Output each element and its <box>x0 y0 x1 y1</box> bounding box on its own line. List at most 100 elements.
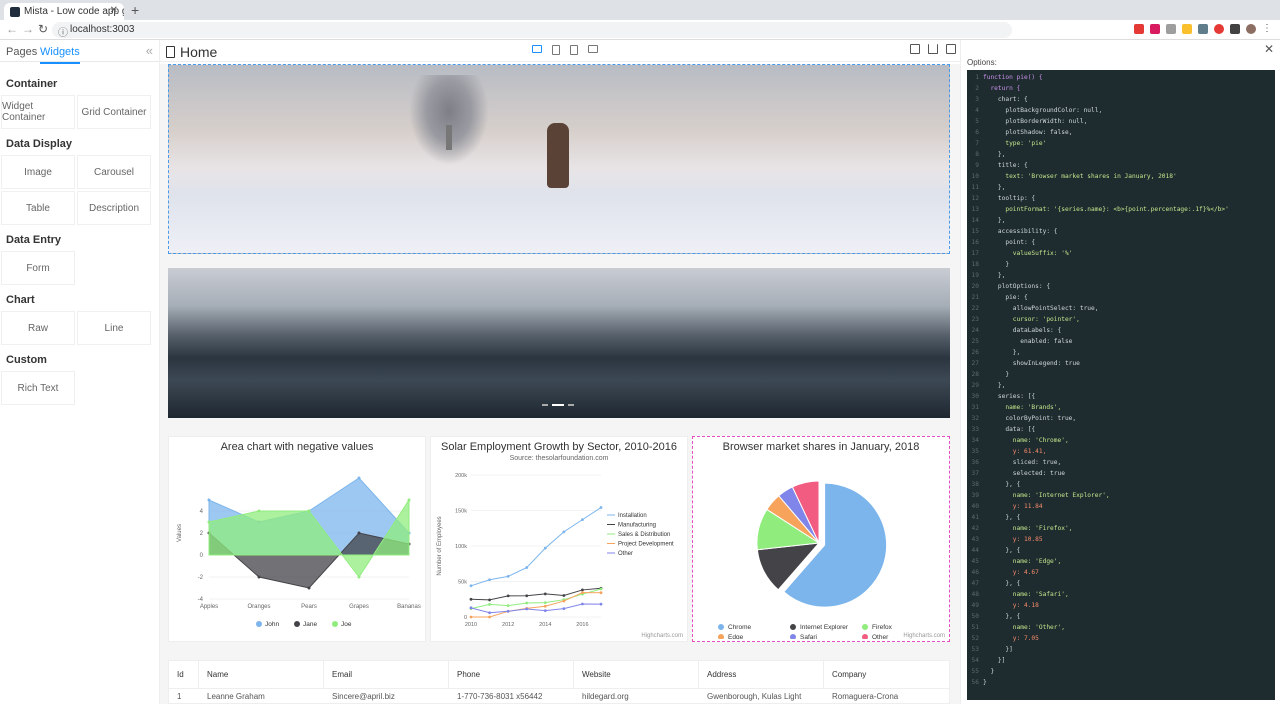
extension-icon[interactable] <box>1134 24 1144 34</box>
area-chart-widget[interactable]: Area chart with negative values -4 -2 0 2 4 V… <box>168 436 426 642</box>
extension-icon[interactable] <box>1214 24 1224 34</box>
code-line[interactable]: name: 'Firefox', <box>983 523 1073 534</box>
grid-container-item[interactable]: Grid Container <box>77 95 151 129</box>
code-line[interactable]: function pie() { <box>983 72 1043 83</box>
col-website[interactable]: Website <box>574 661 699 688</box>
code-line[interactable]: } <box>983 369 1009 380</box>
code-line[interactable]: name: 'Brands', <box>983 402 1061 413</box>
code-line[interactable]: enabled: false <box>983 336 1072 347</box>
code-line[interactable]: text: 'Browser market shares in January,… <box>983 171 1176 182</box>
table-widget-item[interactable]: Table <box>1 191 75 225</box>
code-line[interactable]: colorByPoint: true, <box>983 413 1076 424</box>
tablet-view-icon[interactable] <box>552 45 560 55</box>
mobile-view-icon[interactable] <box>570 45 578 55</box>
toggle-panel-icon[interactable] <box>946 44 956 54</box>
form-widget-item[interactable]: Form <box>1 251 75 285</box>
code-line[interactable]: }, { <box>983 479 1020 490</box>
collapse-icon[interactable]: « <box>146 43 153 58</box>
code-line[interactable]: plotShadow: false, <box>983 127 1072 138</box>
close-icon[interactable]: ✕ <box>1264 42 1274 56</box>
code-line[interactable]: tooltip: { <box>983 193 1035 204</box>
code-line[interactable]: }, <box>983 182 1005 193</box>
code-line[interactable]: y: 61.41, <box>983 446 1047 457</box>
save-icon[interactable] <box>910 44 920 54</box>
code-line[interactable]: }, <box>983 270 1005 281</box>
code-line[interactable]: y: 4.67 <box>983 567 1039 578</box>
code-editor[interactable]: 1 function pie() {2 return {3 chart: {4 p… <box>967 70 1275 700</box>
code-line[interactable]: y: 10.85 <box>983 534 1043 545</box>
code-line[interactable]: }, { <box>983 545 1020 556</box>
code-line[interactable]: }, <box>983 380 1005 391</box>
code-line[interactable]: pointFormat: '{series.name}: <b>{point.p… <box>983 204 1229 215</box>
extension-icon[interactable] <box>1150 24 1160 34</box>
code-line[interactable]: }, <box>983 347 1020 358</box>
extension-icon[interactable] <box>1182 24 1192 34</box>
rich-text-widget-item[interactable]: Rich Text <box>1 371 75 405</box>
code-line[interactable]: chart: { <box>983 94 1028 105</box>
code-line[interactable]: name: 'Edge', <box>983 556 1061 567</box>
code-line[interactable]: name: 'Internet Explorer', <box>983 490 1110 501</box>
carousel-widget-item[interactable]: Carousel <box>77 155 151 189</box>
widget-container-item[interactable]: Widget Container <box>1 95 75 129</box>
table-row[interactable]: 1 Leanne Graham Sincere@april.biz 1-770-… <box>169 689 949 703</box>
code-line[interactable]: type: 'pie' <box>983 138 1046 149</box>
code-line[interactable]: title: { <box>983 160 1028 171</box>
desktop-view-icon[interactable] <box>532 45 542 53</box>
code-line[interactable]: point: { <box>983 237 1035 248</box>
preview-icon[interactable] <box>588 45 598 53</box>
code-line[interactable]: }, { <box>983 578 1020 589</box>
chart-credit[interactable]: Highcharts.com <box>903 633 945 639</box>
reload-icon[interactable]: ↻ <box>38 22 48 36</box>
back-icon[interactable]: ← <box>6 22 18 36</box>
image-widget[interactable] <box>168 64 950 254</box>
browser-tab[interactable]: Mista - Low code app generator ✕ <box>4 3 124 20</box>
code-line[interactable]: series: [{ <box>983 391 1035 402</box>
line-chart-widget[interactable]: Solar Employment Growth by Sector, 2010-… <box>430 436 688 642</box>
code-line[interactable]: }] <box>983 644 1012 655</box>
line-chart-item[interactable]: Line <box>77 311 151 345</box>
col-company[interactable]: Company <box>824 661 949 688</box>
code-line[interactable]: }, <box>983 149 1005 160</box>
carousel-dot[interactable] <box>542 404 548 406</box>
code-line[interactable]: allowPointSelect: true, <box>983 303 1099 314</box>
pie-chart-widget[interactable]: Browser market shares in January, 2018 C… <box>692 436 950 642</box>
profile-avatar[interactable] <box>1246 24 1256 34</box>
code-line[interactable]: } <box>983 677 987 688</box>
code-line[interactable]: pie: { <box>983 292 1027 303</box>
forward-icon[interactable]: → <box>22 22 34 36</box>
code-line[interactable]: plotOptions: { <box>983 281 1050 292</box>
code-line[interactable]: }, { <box>983 611 1020 622</box>
code-line[interactable]: sliced: true, <box>983 457 1061 468</box>
code-line[interactable]: y: 4.18 <box>983 600 1039 611</box>
close-tab-icon[interactable]: ✕ <box>110 5 118 16</box>
code-line[interactable]: y: 11.84 <box>983 501 1043 512</box>
col-phone[interactable]: Phone <box>449 661 574 688</box>
code-line[interactable]: cursor: 'pointer', <box>983 314 1080 325</box>
code-line[interactable]: return { <box>983 83 1020 94</box>
code-line[interactable]: data: [{ <box>983 424 1035 435</box>
tab-pages[interactable]: Pages <box>6 46 37 58</box>
code-line[interactable]: } <box>983 666 994 677</box>
canvas-scroll-area[interactable]: Area chart with negative values -4 -2 0 2 4 V… <box>160 64 960 704</box>
code-line[interactable]: }] <box>983 655 1005 666</box>
site-info-icon[interactable]: ⓘ <box>58 24 68 39</box>
col-id[interactable]: Id <box>169 661 199 688</box>
code-line[interactable]: name: 'Other', <box>983 622 1065 633</box>
chart-credit[interactable]: Highcharts.com <box>641 633 683 639</box>
extension-icon[interactable] <box>1166 24 1176 34</box>
col-email[interactable]: Email <box>324 661 449 688</box>
raw-chart-item[interactable]: Raw <box>1 311 75 345</box>
tab-widgets[interactable]: Widgets <box>40 46 80 64</box>
download-icon[interactable] <box>928 44 938 54</box>
code-line[interactable]: showInLegend: true <box>983 358 1080 369</box>
code-line[interactable]: selected: true <box>983 468 1065 479</box>
code-line[interactable]: }, { <box>983 512 1020 523</box>
description-widget-item[interactable]: Description <box>77 191 151 225</box>
carousel-dot[interactable] <box>568 404 574 406</box>
carousel-dot-active[interactable] <box>552 404 564 406</box>
code-line[interactable]: } <box>983 259 1009 270</box>
extension-icon[interactable] <box>1198 24 1208 34</box>
code-line[interactable]: }, <box>983 215 1005 226</box>
new-tab-icon[interactable]: + <box>131 2 139 18</box>
code-line[interactable]: name: 'Chrome', <box>983 435 1069 446</box>
